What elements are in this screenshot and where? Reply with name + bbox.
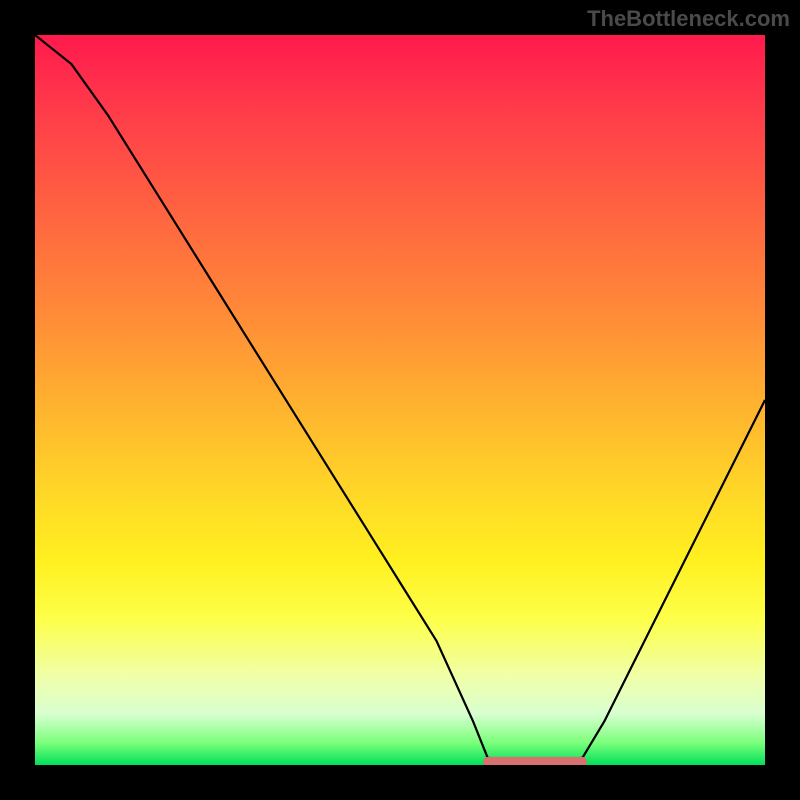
watermark-text: TheBottleneck.com (587, 6, 790, 32)
chart-svg (35, 35, 765, 765)
chart-plot-area (35, 35, 765, 765)
bottleneck-curve (35, 35, 765, 765)
